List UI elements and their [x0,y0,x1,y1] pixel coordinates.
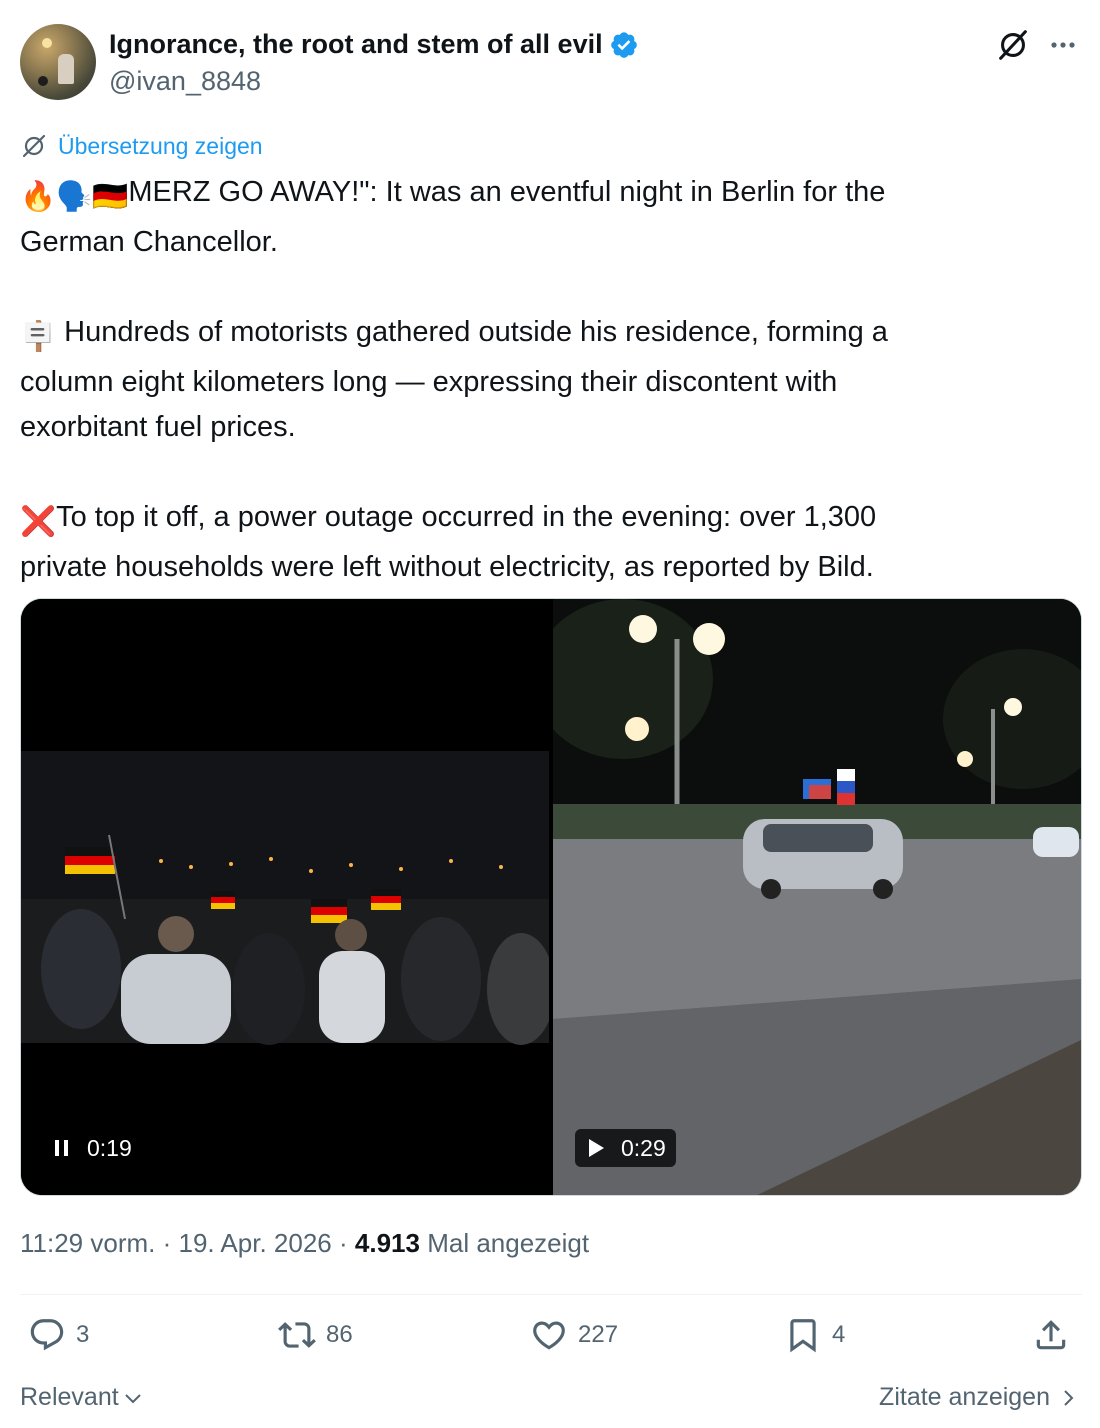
bookmark-icon [790,1319,816,1353]
avatar-cat [38,76,48,86]
reply-button[interactable]: 3 [28,1316,89,1354]
action-bar: 3 86 227 4 [20,1316,1082,1366]
display-name[interactable]: Ignorance, the root and stem of all evil [109,29,603,60]
video-frame-protest [21,599,549,1195]
post-time[interactable]: 11:29 vorm. [20,1228,155,1258]
chevron-down-icon [124,1393,141,1403]
repost-icon [278,1322,316,1348]
avatar-lamp [42,38,52,48]
verified-badge-icon[interactable] [609,30,639,60]
speaking-head-emoji: 🗣️ [56,181,93,213]
text-line-7: private households were left without ele… [20,551,874,583]
grok-icon[interactable] [994,26,1032,64]
meta-separator: · [162,1228,172,1258]
chevron-right-icon [1064,1389,1074,1406]
text-line-5: exorbitant fuel prices. [20,411,296,443]
post-date[interactable]: 19. Apr. 2026 [179,1228,332,1258]
sort-label: Relevant [20,1383,119,1411]
video-car-convoy[interactable]: 0:29 [553,599,1081,1195]
view-count-label: Mal angezeigt [427,1228,590,1258]
avatar-person [58,54,74,84]
repost-count: 86 [326,1321,353,1348]
german-flag-emoji: 🇩🇪 [92,181,129,213]
video-frame-street [553,599,1081,1195]
text-line-6: ❌To top it off, a power outage occurred … [20,495,1080,545]
handle[interactable]: @ivan_8848 [109,66,261,97]
more-options-icon[interactable] [1046,28,1080,62]
meta-separator: · [338,1228,348,1258]
tweet-text: 🔥🗣️🇩🇪MERZ GO AWAY!": It was an eventful … [20,170,1080,590]
sort-replies-dropdown[interactable]: Relevant [20,1383,143,1412]
text-segment: To top it off, a power outage occurred i… [56,501,877,533]
text-line-2: German Chancellor. [20,226,278,258]
placard-emoji: 🪧 [20,321,57,353]
text-segment: MERZ GO AWAY!": It was an eventful night… [128,176,886,208]
like-count: 227 [578,1321,619,1348]
reply-icon [30,1319,64,1351]
play-icon[interactable] [585,1137,607,1159]
text-line-1: 🔥🗣️🇩🇪MERZ GO AWAY!": It was an eventful … [20,170,1080,220]
translate-label[interactable]: Übersetzung zeigen [58,133,263,160]
share-button[interactable] [1032,1316,1070,1354]
video-1-timer[interactable]: 0:19 [41,1129,142,1167]
share-icon [1036,1320,1066,1350]
text-line-3: 🪧 Hundreds of motorists gathered outside… [20,310,1080,360]
bookmark-button[interactable]: 4 [784,1316,845,1354]
tweet-meta: 11:29 vorm. · 19. Apr. 2026 · 4.913 Mal … [20,1228,589,1259]
fire-emoji: 🔥 [20,181,57,213]
quotes-label: Zitate anzeigen [879,1383,1050,1411]
divider [20,1294,1082,1295]
repost-button[interactable]: 86 [278,1316,353,1354]
avatar[interactable] [20,24,96,100]
video-2-duration: 0:29 [621,1134,666,1161]
video-1-duration: 0:19 [87,1134,132,1161]
video-protest-flags[interactable]: 0:19 [21,599,549,1195]
heart-icon [533,1321,565,1350]
text-segment: Hundreds of motorists gathered outside h… [64,316,888,348]
pause-icon[interactable] [51,1137,73,1159]
video-2-timer[interactable]: 0:29 [575,1129,676,1167]
reply-count: 3 [76,1321,90,1348]
like-button[interactable]: 227 [530,1316,618,1354]
bookmark-count: 4 [832,1321,846,1348]
media-grid: 0:19 0:29 [20,598,1082,1196]
view-quotes-link[interactable]: Zitate anzeigen [879,1383,1078,1412]
grok-translate-icon [22,134,46,158]
tweet-header: Ignorance, the root and stem of all evil… [20,24,1082,104]
view-count: 4.913 [354,1228,420,1258]
text-line-4: column eight kilometers long — expressin… [20,366,838,398]
name-row: Ignorance, the root and stem of all evil [109,29,639,60]
cross-mark-emoji: ❌ [20,506,57,538]
translate-link[interactable]: Übersetzung zeigen [20,132,263,160]
